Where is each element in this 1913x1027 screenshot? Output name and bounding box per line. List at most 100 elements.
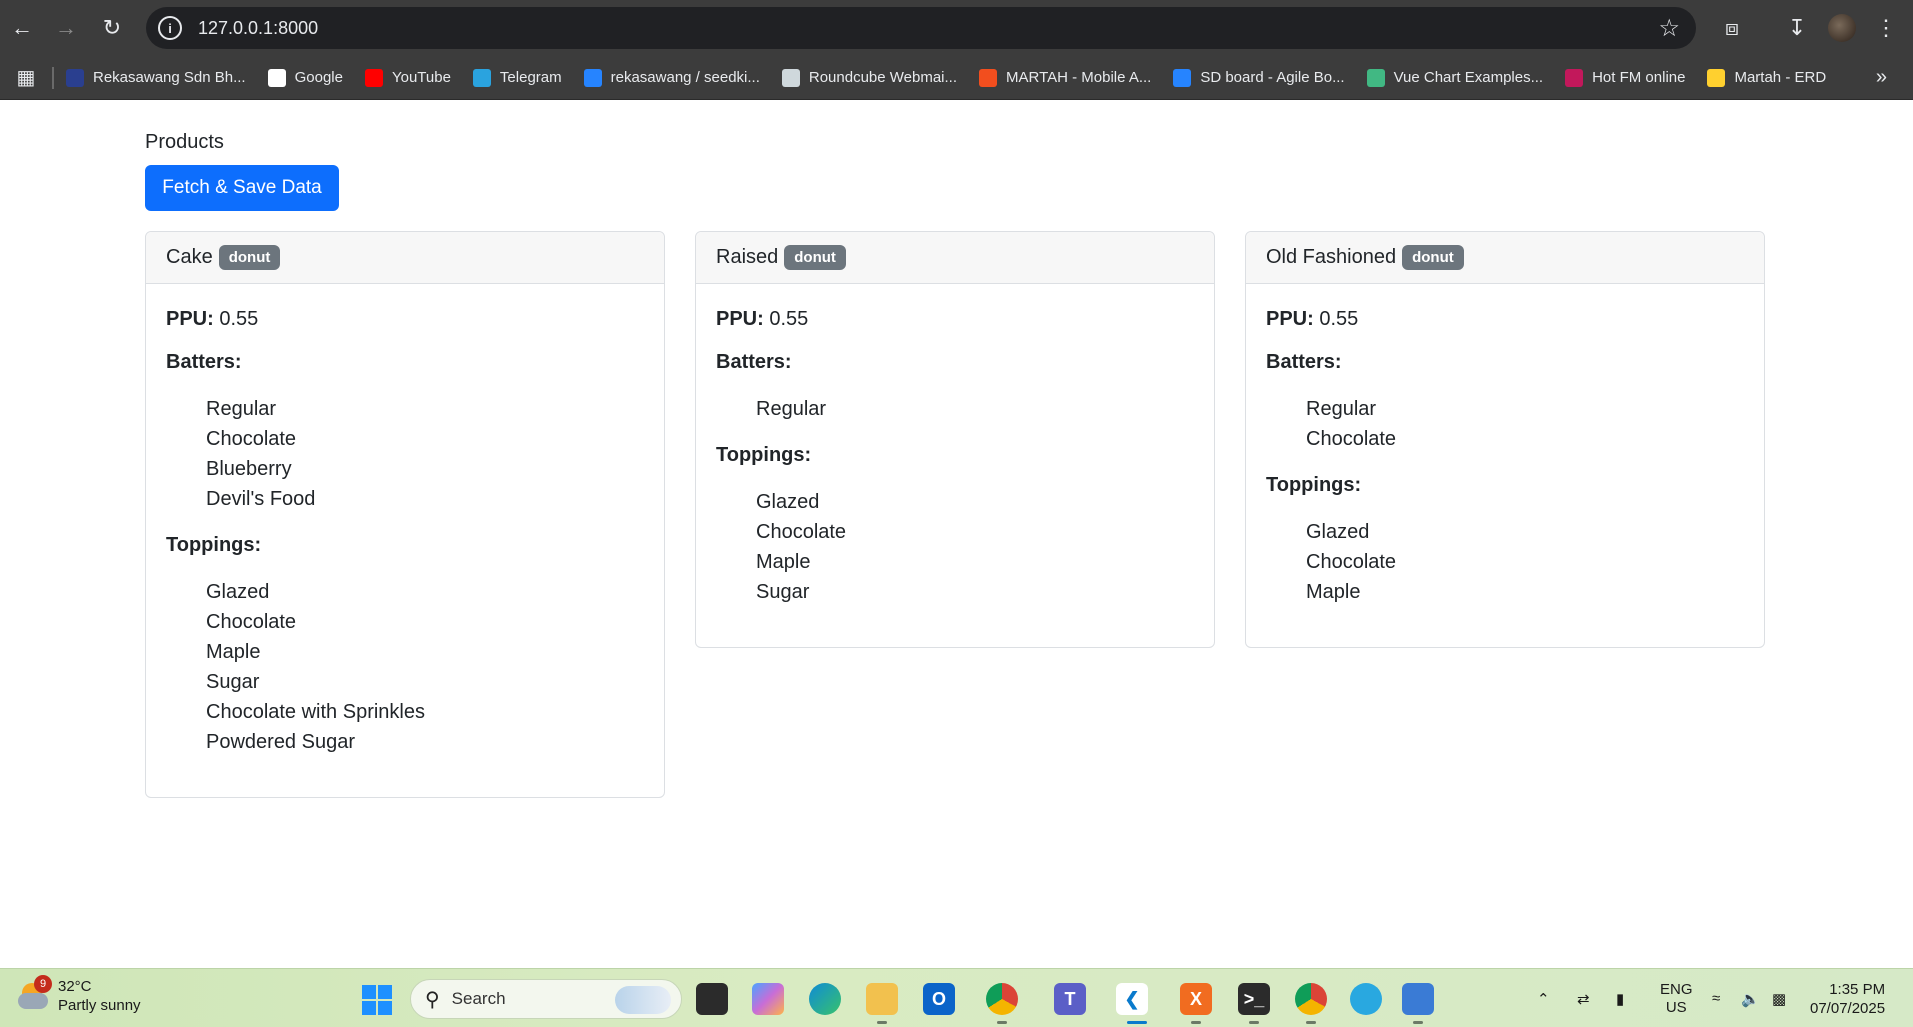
topping-item: Glazed	[1306, 521, 1370, 543]
terminal-icon[interactable]: >_	[1238, 983, 1270, 1015]
address-url[interactable]: 127.0.0.1:8000	[198, 18, 318, 39]
batter-item: Devil's Food	[206, 488, 316, 510]
card-header: Cake donut	[146, 232, 664, 284]
topping-item: Glazed	[206, 581, 270, 603]
topping-item: Powdered Sugar	[206, 731, 355, 753]
teams-icon[interactable]: T	[1054, 983, 1086, 1015]
card-header: Old Fashioned donut	[1246, 232, 1764, 284]
bookmark-label: Telegram	[499, 69, 562, 86]
bookmark-label: YouTube	[391, 69, 451, 86]
card-body: PPU: 0.55 Batters: Regular Toppings: Glazed C…	[696, 284, 1214, 647]
site-info-icon[interactable]: i	[158, 16, 182, 40]
taskbar-search[interactable]: ⚲ Search	[410, 979, 682, 1019]
start-button[interactable]	[362, 985, 392, 1015]
weather-badge: 9	[34, 975, 52, 993]
active-indicator	[1127, 1021, 1147, 1024]
bookmark-favicon-icon	[1173, 68, 1192, 87]
chrome-icon[interactable]	[986, 983, 1018, 1015]
toppings-heading: Toppings:	[1266, 474, 1362, 496]
toppings-list: Glazed Chocolate Maple Sugar	[716, 487, 1194, 607]
apps-grid-icon[interactable]: ▦	[0, 65, 52, 90]
notepad-icon[interactable]	[1402, 983, 1434, 1015]
bookmark-item[interactable]: Roundcube Webmai...	[781, 68, 958, 87]
download-icon[interactable]: ↧	[1777, 6, 1817, 50]
edge-icon[interactable]	[809, 983, 841, 1015]
ppu-row: PPU: 0.55	[1266, 308, 1744, 331]
ppu-label: PPU:	[166, 308, 214, 330]
fetch-save-button[interactable]: Fetch & Save Data	[145, 165, 339, 211]
topping-item: Chocolate	[1306, 551, 1397, 573]
battery-icon[interactable]: ▩	[1772, 969, 1786, 1027]
windows-taskbar: 9 32°C Partly sunny ⚲ Search O T ❮ X >_ …	[0, 968, 1913, 1027]
vscode-icon[interactable]: ❮	[1116, 983, 1148, 1015]
product-type-badge: donut	[784, 245, 846, 270]
topping-item: Chocolate with Sprinkles	[206, 701, 425, 723]
topping-item: Maple	[1306, 581, 1361, 603]
page-title: Products	[145, 131, 224, 153]
topping-item: Chocolate	[756, 521, 847, 543]
bookmark-item[interactable]: SD board - Agile Bo...	[1173, 68, 1345, 87]
clock[interactable]: 1:35 PM 07/07/2025	[1810, 969, 1885, 1027]
bookmark-favicon-icon	[267, 68, 286, 87]
bookmark-label: Roundcube Webmai...	[808, 69, 958, 86]
extensions-icon[interactable]: ⧈	[1712, 6, 1752, 50]
bookmark-star-icon[interactable]: ☆	[1658, 14, 1680, 43]
bookmark-item[interactable]: Martah - ERD	[1707, 68, 1826, 87]
batter-item: Regular	[206, 398, 277, 420]
topping-item: Sugar	[206, 671, 260, 693]
bookmark-item[interactable]: Vue Chart Examples...	[1366, 68, 1543, 87]
card-header: Raised donut	[696, 232, 1214, 284]
weather-icon: 9	[18, 975, 52, 1011]
xampp-icon[interactable]: X	[1180, 983, 1212, 1015]
bookmark-label: Hot FM online	[1592, 69, 1686, 86]
topping-item: Maple	[756, 551, 811, 573]
bookmark-item[interactable]: rekasawang / seedki...	[583, 68, 760, 87]
meter-icon[interactable]: ▮	[1616, 969, 1624, 1027]
network-switch-icon[interactable]: ⇄	[1577, 969, 1590, 1027]
batter-item: Chocolate	[206, 428, 297, 450]
back-button[interactable]: ←	[0, 6, 44, 50]
file-explorer-icon[interactable]	[866, 983, 898, 1015]
search-icon: ⚲	[425, 988, 440, 1011]
topping-item: Sugar	[756, 581, 810, 603]
bookmark-item[interactable]: Google	[267, 68, 343, 87]
volume-muted-icon[interactable]: 🔈	[1741, 969, 1760, 1027]
batters-heading: Batters:	[716, 351, 792, 373]
outlook-icon[interactable]: O	[923, 983, 955, 1015]
bookmark-item[interactable]: Telegram	[472, 68, 562, 87]
show-hidden-icons[interactable]: ⌃	[1537, 969, 1550, 1027]
more-bookmarks-icon[interactable]: »	[1876, 66, 1887, 89]
bookmark-item[interactable]: MARTAH - Mobile A...	[979, 68, 1152, 87]
running-indicator	[1191, 1021, 1201, 1024]
bookmark-item[interactable]: Hot FM online	[1565, 68, 1686, 87]
copilot-icon[interactable]	[752, 983, 784, 1015]
chrome-profile-icon[interactable]	[1295, 983, 1327, 1015]
task-view-icon[interactable]	[696, 983, 728, 1015]
card-body: PPU: 0.55 Batters: Regular Chocolate Blueber…	[146, 284, 664, 797]
bookmark-item[interactable]: Rekasawang Sdn Bh...	[66, 68, 246, 87]
bookmark-favicon-icon	[364, 68, 383, 87]
ppu-row: PPU: 0.55	[716, 308, 1194, 331]
weather-widget[interactable]: 9 32°C Partly sunny	[18, 975, 141, 1015]
bookmarks-bar: ▦ Rekasawang Sdn Bh... Google YouTube Teleg…	[0, 56, 1913, 100]
wifi-icon[interactable]: ≈	[1712, 969, 1720, 1027]
batter-item: Regular	[1306, 398, 1377, 420]
batter-item: Regular	[756, 398, 827, 420]
bookmark-favicon-icon	[583, 68, 602, 87]
batters-heading: Batters:	[166, 351, 242, 373]
lang-region: US	[1665, 998, 1687, 1016]
address-bar[interactable]: i 127.0.0.1:8000 ☆	[146, 7, 1696, 49]
app-icon[interactable]	[1350, 983, 1382, 1015]
reload-button[interactable]: ↻	[90, 6, 134, 50]
product-type-badge: donut	[218, 245, 281, 270]
page-content: Products Fetch & Save Data Cake donut PPU:…	[0, 100, 1913, 968]
card-body: PPU: 0.55 Batters: Regular Chocolate Topping…	[1246, 284, 1764, 647]
toppings-list: Glazed Chocolate Maple Sugar Chocolate with …	[166, 577, 644, 757]
topping-item: Glazed	[756, 491, 820, 513]
bookmark-label: MARTAH - Mobile A...	[1006, 69, 1152, 86]
menu-kebab-icon[interactable]: ⋮	[1866, 6, 1906, 50]
forward-button[interactable]: →	[44, 6, 88, 50]
profile-avatar[interactable]	[1822, 6, 1862, 50]
bookmark-item[interactable]: YouTube	[364, 68, 451, 87]
language-indicator[interactable]: ENG US	[1660, 969, 1693, 1027]
